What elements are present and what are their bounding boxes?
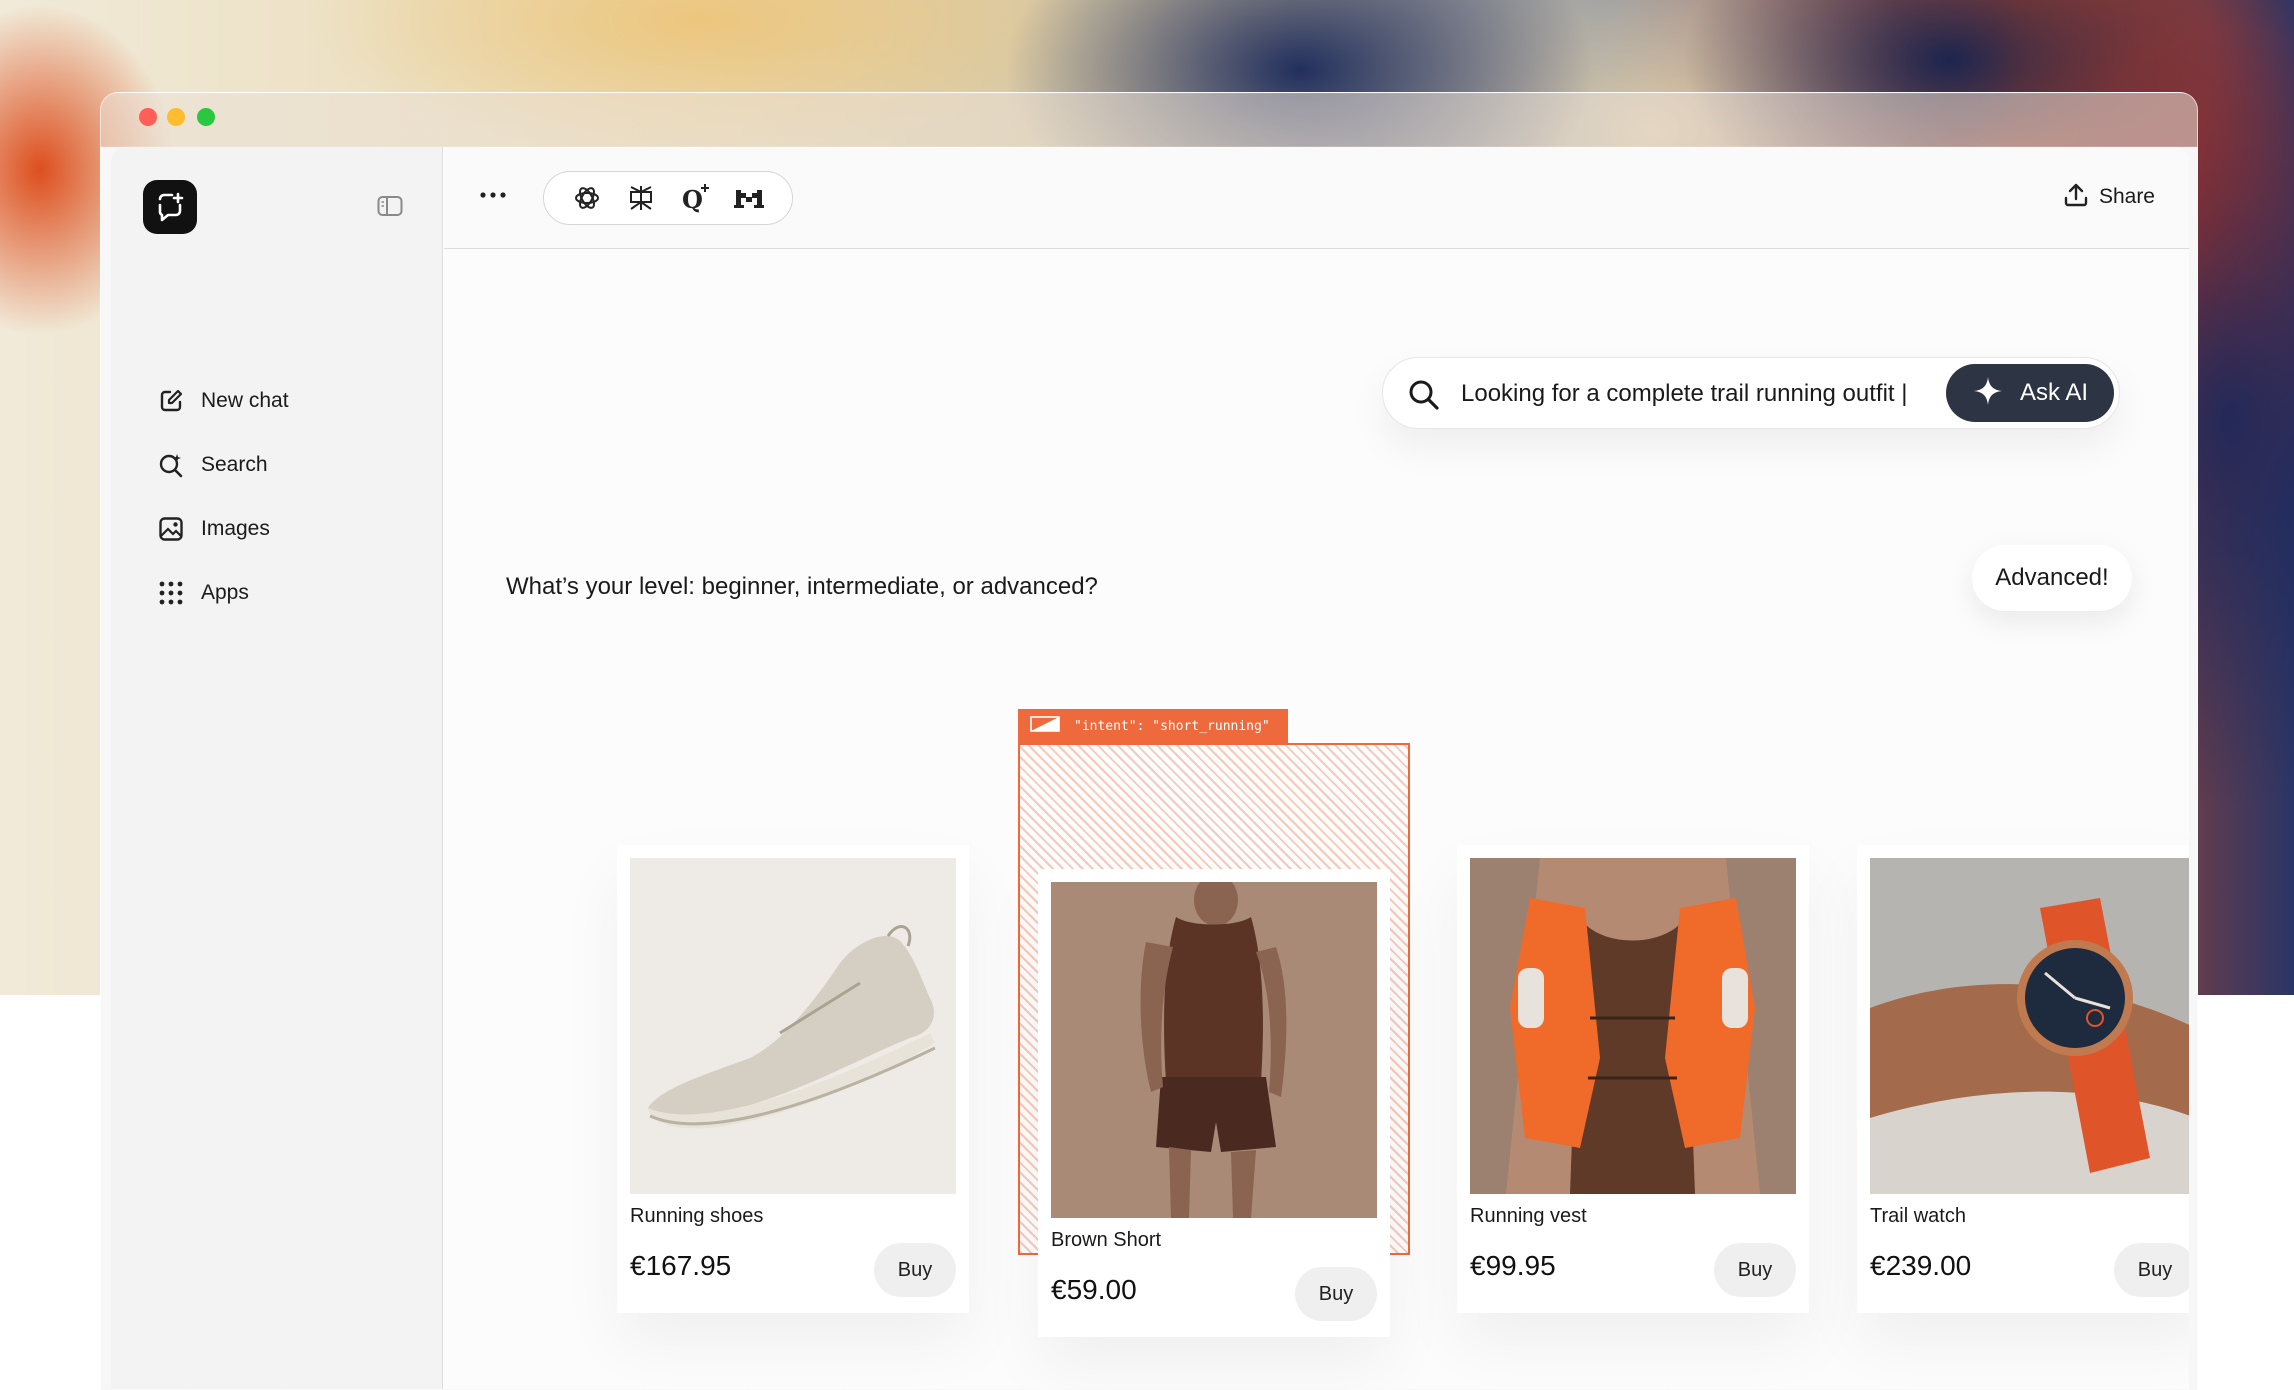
- trail-watch-image: [1870, 858, 2189, 1194]
- search-icon: [1407, 378, 1441, 412]
- sidebar-item-search[interactable]: Search: [157, 433, 289, 497]
- buy-button[interactable]: Buy: [1714, 1243, 1796, 1297]
- new-chat-icon: [157, 387, 185, 415]
- product-name: Running vest: [1470, 1205, 1587, 1227]
- sidebar-item-label: Search: [201, 453, 268, 476]
- buy-button[interactable]: Buy: [2114, 1243, 2189, 1297]
- maximize-window-button[interactable]: [197, 108, 215, 126]
- product-name: Brown Short: [1051, 1229, 1162, 1251]
- sidebar-nav: New chat Search Images Apps: [157, 369, 289, 625]
- sidebar-item-label: New chat: [201, 389, 289, 412]
- brown-short-image: [1051, 882, 1377, 1218]
- openai-icon[interactable]: [570, 181, 604, 215]
- minimize-window-button[interactable]: [167, 108, 185, 126]
- sparkle-icon: [1972, 375, 2004, 412]
- share-label: Share: [2098, 185, 2155, 208]
- sidebar: New chat Search Images Apps: [111, 147, 443, 1389]
- search-input[interactable]: Looking for a complete trail running out…: [1461, 380, 1907, 408]
- app-window: New chat Search Images Apps Q Share Look…: [100, 92, 2198, 1390]
- product-name: Trail watch: [1870, 1205, 1966, 1227]
- product-price: €59.00: [1051, 1274, 1137, 1305]
- intent-tag-text: "intent": "short_running": [1074, 718, 1270, 734]
- buy-button[interactable]: Buy: [874, 1243, 956, 1297]
- top-bar: Q Share: [444, 147, 2189, 249]
- flag-icon: [1030, 715, 1060, 738]
- product-price: €99.95: [1470, 1250, 1556, 1281]
- user-reply-bubble: Advanced!: [1972, 545, 2132, 611]
- more-options-icon[interactable]: [478, 183, 508, 207]
- search-sparkle-icon: [157, 451, 185, 479]
- sidebar-item-images[interactable]: Images: [157, 497, 289, 561]
- perplexity-icon[interactable]: [624, 181, 658, 215]
- buy-button[interactable]: Buy: [1295, 1267, 1377, 1321]
- chat-app: New chat Search Images Apps Q Share Look…: [111, 147, 2189, 1389]
- sidebar-item-apps[interactable]: Apps: [157, 561, 289, 625]
- product-card[interactable]: Running shoes €167.95 Buy: [617, 845, 969, 1313]
- product-name: Running shoes: [630, 1205, 764, 1227]
- qwen-icon[interactable]: Q: [678, 181, 712, 215]
- sidebar-item-label: Images: [201, 517, 270, 540]
- ask-ai-label: Ask AI: [2019, 379, 2089, 406]
- product-price: €239.00: [1870, 1250, 1972, 1281]
- intent-tag: "intent": "short_running": [1018, 709, 1288, 743]
- model-selector: Q: [543, 171, 793, 225]
- search-bar[interactable]: Looking for a complete trail running out…: [1382, 357, 2120, 429]
- sidebar-item-label: Apps: [201, 581, 249, 604]
- share-button[interactable]: Share: [2063, 179, 2155, 215]
- running-vest-image: [1470, 858, 1796, 1194]
- product-card[interactable]: Running vest €99.95 Buy: [1457, 845, 1809, 1313]
- product-card[interactable]: Trail watch €239.00 Buy: [1857, 845, 2189, 1313]
- apps-grid-icon: [157, 579, 185, 607]
- mistral-icon[interactable]: [732, 181, 766, 215]
- svg-text:Q: Q: [682, 185, 703, 214]
- sidebar-toggle-icon[interactable]: [377, 195, 403, 217]
- close-window-button[interactable]: [139, 108, 157, 126]
- product-price: €167.95: [630, 1250, 732, 1281]
- product-card[interactable]: Brown Short €59.00 Buy: [1038, 869, 1390, 1337]
- running-shoes-image: [630, 858, 956, 1194]
- app-logo-icon[interactable]: [143, 180, 197, 234]
- share-icon: [2063, 182, 2089, 213]
- main-panel: Q Share Looking for a complete trail run…: [444, 147, 2189, 1389]
- sidebar-item-new-chat[interactable]: New chat: [157, 369, 289, 433]
- images-icon: [157, 515, 185, 543]
- ask-ai-button[interactable]: Ask AI: [1946, 364, 2114, 422]
- assistant-question: What’s your level: beginner, intermediat…: [506, 573, 1098, 600]
